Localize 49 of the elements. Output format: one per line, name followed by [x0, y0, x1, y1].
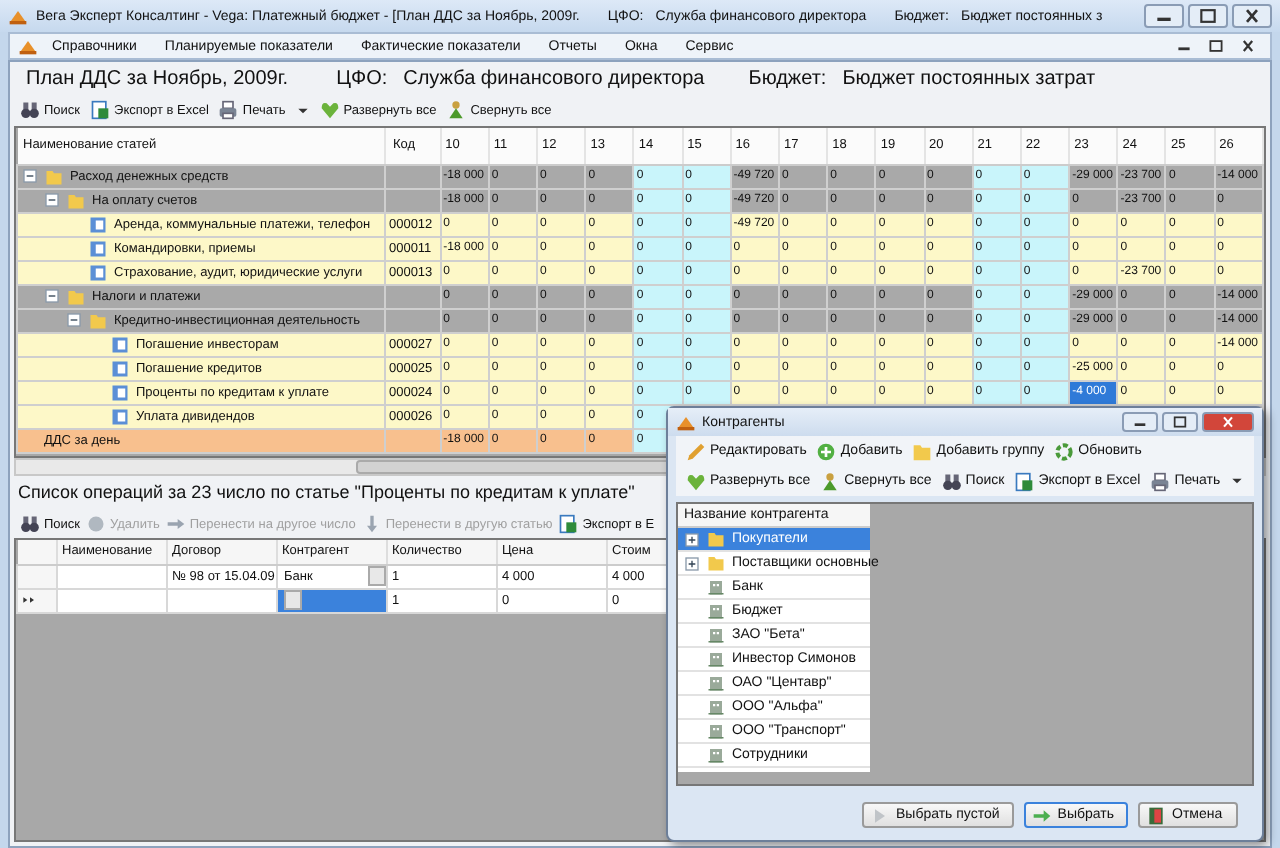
building-icon [706, 674, 726, 692]
close-button[interactable] [1232, 4, 1272, 28]
expand-box-icon[interactable] [684, 531, 700, 547]
document-title: План ДДС за Ноябрь, 2009г. [26, 68, 289, 90]
printer-icon [218, 100, 239, 120]
delete-icon [86, 514, 107, 534]
arrow-icon [165, 514, 186, 534]
building-icon [706, 722, 726, 740]
search-icon [20, 514, 40, 534]
app-logo-icon [8, 6, 28, 26]
expand-all-icon [686, 471, 706, 491]
play-icon [870, 805, 890, 825]
door-icon [1146, 805, 1166, 825]
refresh-icon [1054, 441, 1075, 461]
field-value: Бюджет постоянных затрат [842, 68, 1096, 90]
field-label: ЦФО: [336, 68, 388, 90]
expand-all-icon [319, 100, 340, 120]
building-icon [706, 602, 726, 620]
expand-box-icon[interactable] [684, 555, 700, 571]
building-icon [706, 626, 726, 644]
collapse-box-icon[interactable] [44, 192, 60, 208]
arrow-icon [1031, 805, 1052, 825]
field-value: Служба финансового директора [403, 68, 705, 90]
spreadsheet-icon [558, 514, 579, 534]
maximize-button[interactable] [1188, 4, 1228, 28]
search-icon [20, 100, 40, 120]
plus-icon [816, 441, 837, 461]
building-icon [706, 578, 726, 596]
maximize-button[interactable] [1162, 412, 1198, 432]
app-logo-icon [18, 36, 38, 56]
field-label: Бюджет: [748, 68, 827, 90]
selected-cell[interactable] [277, 588, 387, 612]
collapse-all-icon [446, 100, 467, 120]
search-icon [941, 471, 962, 491]
collapse-box-icon[interactable] [44, 288, 60, 304]
building-icon [706, 698, 726, 716]
minimize-button[interactable] [1144, 4, 1184, 28]
printer-icon [1150, 471, 1171, 491]
spreadsheet-icon [1014, 471, 1035, 491]
section-title: Список операций за 23 число по статье "Проценты по кредитам к уплате" [16, 480, 635, 506]
spreadsheet-icon [90, 100, 111, 120]
collapse-all-icon [820, 471, 841, 491]
collapse-box-icon[interactable] [22, 168, 38, 184]
building-icon [706, 746, 726, 764]
new-row-icon [22, 592, 38, 608]
app-logo-icon [676, 412, 696, 432]
minimize-button[interactable] [1122, 412, 1158, 432]
collapse-box-icon[interactable] [66, 312, 82, 328]
building-icon [706, 650, 726, 668]
